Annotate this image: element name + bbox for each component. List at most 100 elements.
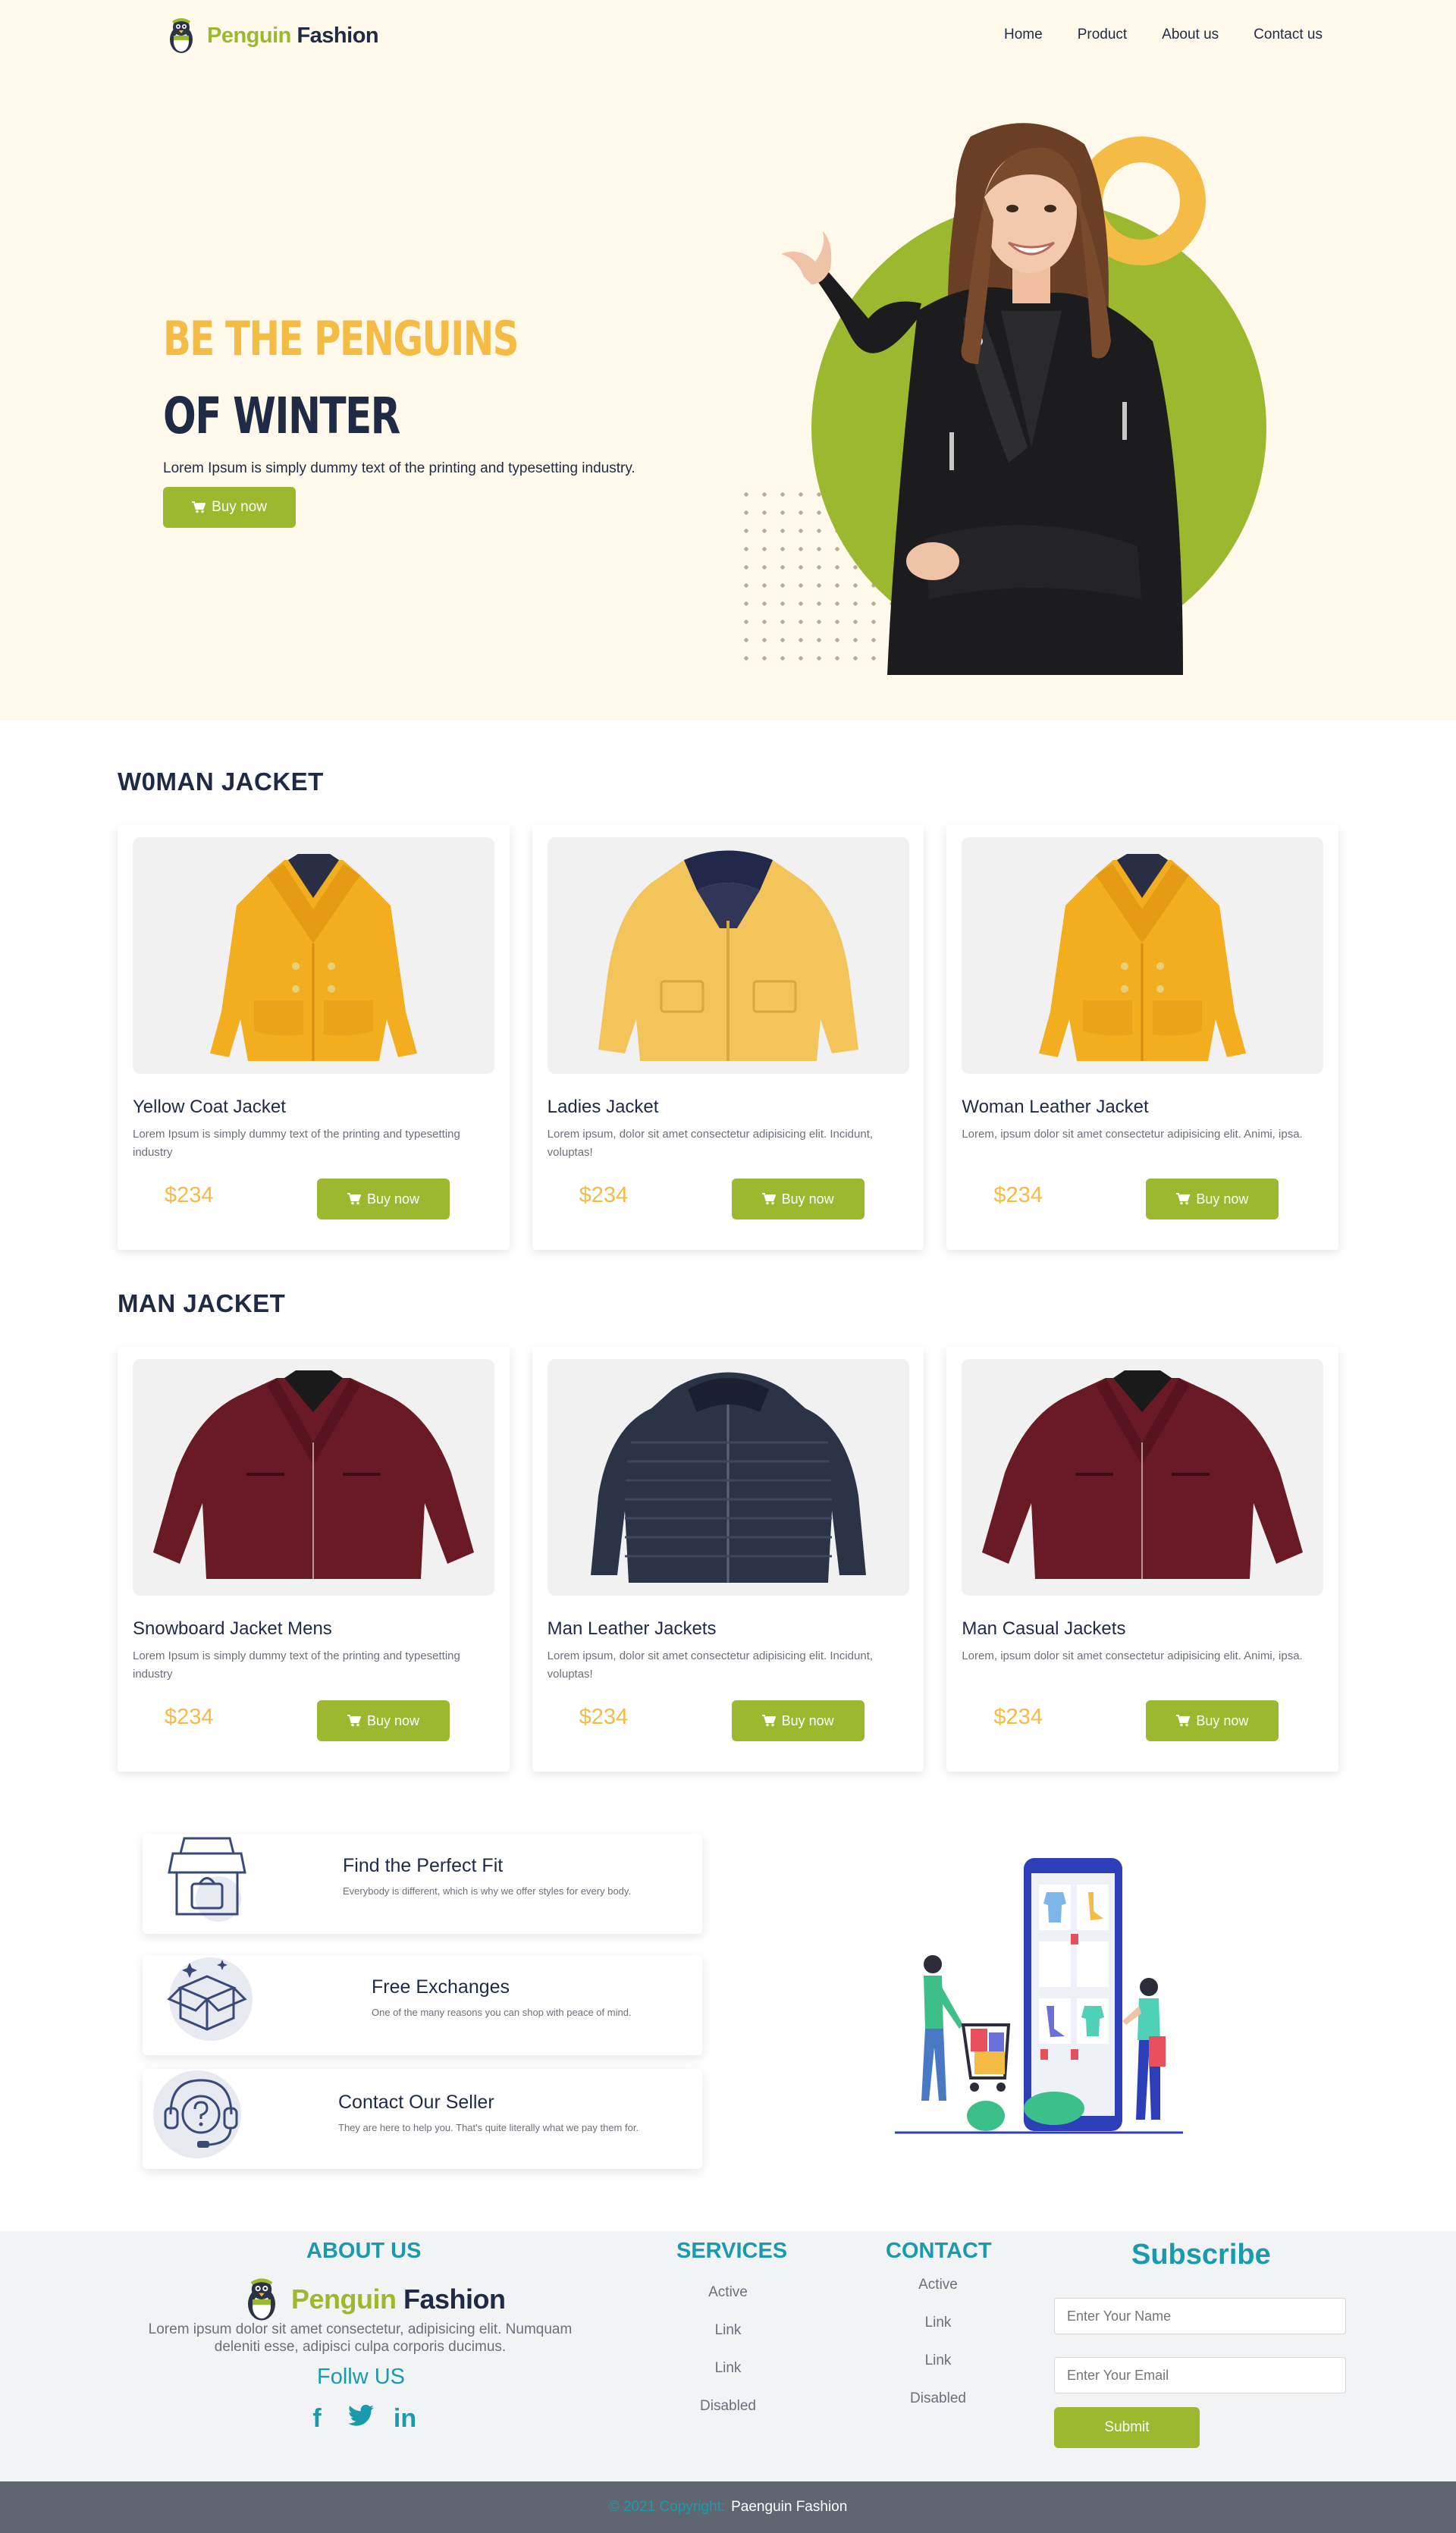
cart-icon xyxy=(761,1193,776,1205)
navy-puffer-jacket-image xyxy=(547,1359,909,1596)
footer-about-text: Lorem ipsum dolor sit amet consectetur, … xyxy=(148,2321,573,2355)
maroon-leather-jacket-image xyxy=(962,1359,1324,1596)
product-description: Lorem ipsum, dolor sit amet consectetur … xyxy=(547,1128,874,1159)
product-price: $234 xyxy=(993,1183,1043,1207)
maroon-leather-jacket-image xyxy=(133,1359,494,1596)
hero-title-line2: OF WINTER xyxy=(163,387,400,445)
product-description: Lorem Ipsum is simply dummy text of the … xyxy=(133,1128,460,1159)
product-name[interactable]: Man Leather Jackets xyxy=(548,1618,717,1640)
twitter-icon[interactable] xyxy=(347,2404,375,2434)
footer-about-title: ABOUT US xyxy=(306,2239,422,2263)
contact-link[interactable]: Active xyxy=(877,2277,999,2293)
feature-card-fit: Find the Perfect Fit Everybody is differ… xyxy=(143,1834,702,1934)
copyright-bar: © 2021 Copyright: Paenguin Fashion xyxy=(0,2481,1456,2533)
buy-button-label: Buy now xyxy=(1196,1712,1249,1728)
buy-button-label: Buy now xyxy=(781,1191,834,1207)
brand-logo[interactable]: Penguin Fashion xyxy=(163,17,379,55)
product-description: Lorem ipsum, dolor sit amet consectetur … xyxy=(547,1649,874,1681)
hero-title-line1: BE THE PENGUINS xyxy=(163,311,519,366)
product-description: Lorem, ipsum dolor sit amet consectetur … xyxy=(962,1128,1303,1141)
footer-services-title: SERVICES xyxy=(676,2239,788,2263)
buy-button[interactable]: Buy now xyxy=(317,1179,450,1219)
subscribe-email-input[interactable] xyxy=(1054,2357,1346,2393)
copyright-prefix: © 2021 Copyright: xyxy=(608,2499,726,2515)
buy-button[interactable]: Buy now xyxy=(731,1179,864,1219)
man-product-list: Snowboard Jacket Mens Lorem Ipsum is sim… xyxy=(118,1347,1339,1772)
cart-icon xyxy=(192,501,206,513)
product-card: Ladies Jacket Lorem ipsum, dolor sit ame… xyxy=(532,825,924,1250)
services-link[interactable]: Disabled xyxy=(667,2398,789,2415)
product-price: $234 xyxy=(579,1705,629,1729)
yellow-coat-image xyxy=(133,837,494,1074)
feature-card-exchanges: Free Exchanges One of the many reasons y… xyxy=(143,1955,702,2055)
buy-button[interactable]: Buy now xyxy=(317,1700,450,1741)
buy-button[interactable]: Buy now xyxy=(1146,1700,1279,1741)
hero-illustration xyxy=(728,114,1304,683)
online-shopping-illustration xyxy=(895,1858,1183,2134)
penguin-logo-icon xyxy=(248,2278,275,2321)
brand-name-part1: Penguin xyxy=(207,23,291,48)
woman-product-list: Yellow Coat Jacket Lorem Ipsum is simply… xyxy=(118,825,1339,1250)
storefront-bag-icon xyxy=(168,1837,246,1922)
hero-buy-button[interactable]: Buy now xyxy=(163,487,296,528)
nav-product[interactable]: Product xyxy=(1078,27,1127,43)
footer-brand-part2: Fashion xyxy=(403,2283,506,2315)
hero-buy-label: Buy now xyxy=(212,499,267,515)
buy-button[interactable]: Buy now xyxy=(1146,1179,1279,1219)
product-name[interactable]: Ladies Jacket xyxy=(548,1097,659,1118)
product-price: $234 xyxy=(993,1705,1043,1729)
cart-icon xyxy=(347,1715,361,1727)
product-price: $234 xyxy=(165,1705,214,1729)
man-section-title: MAN JACKET xyxy=(118,1289,286,1317)
contact-link[interactable]: Link xyxy=(877,2353,999,2369)
product-name[interactable]: Yellow Coat Jacket xyxy=(133,1097,286,1118)
buy-button-label: Buy now xyxy=(781,1712,834,1728)
product-name[interactable]: Snowboard Jacket Mens xyxy=(133,1618,332,1640)
feature-description: One of the many reasons you can shop wit… xyxy=(372,2007,632,2018)
product-name[interactable]: Woman Leather Jacket xyxy=(962,1097,1148,1118)
feature-title: Free Exchanges xyxy=(372,1976,510,1998)
open-box-icon xyxy=(167,1957,253,2041)
footer-brand-logo[interactable]: Penguin Fashion xyxy=(240,2277,506,2322)
site-footer: ABOUT US Penguin Fashion Lorem ipsum dol… xyxy=(0,2231,1456,2481)
feature-title: Contact Our Seller xyxy=(338,2092,494,2113)
footer-brand-part1: Penguin xyxy=(291,2283,397,2315)
buy-button-label: Buy now xyxy=(366,1712,420,1728)
copyright-brand[interactable]: Paenguin Fashion xyxy=(731,2499,847,2516)
footer-contact-title: CONTACT xyxy=(886,2239,992,2263)
product-price: $234 xyxy=(165,1183,214,1207)
nav-about[interactable]: About us xyxy=(1162,27,1219,43)
product-description: Lorem Ipsum is simply dummy text of the … xyxy=(133,1649,460,1681)
product-description: Lorem, ipsum dolor sit amet consectetur … xyxy=(962,1649,1303,1662)
contact-link[interactable]: Disabled xyxy=(877,2390,999,2407)
facebook-icon[interactable]: f xyxy=(303,2404,331,2434)
services-link[interactable]: Link xyxy=(667,2322,789,2339)
nav-home[interactable]: Home xyxy=(1004,27,1043,43)
product-price: $234 xyxy=(579,1183,629,1207)
headset-support-icon xyxy=(153,2070,241,2158)
subscribe-submit-button[interactable]: Submit xyxy=(1054,2407,1200,2448)
yellow-coat-image xyxy=(962,837,1324,1074)
product-card: Yellow Coat Jacket Lorem Ipsum is simply… xyxy=(118,825,510,1250)
model-woman-image xyxy=(781,123,1183,675)
buy-button[interactable]: Buy now xyxy=(731,1700,864,1741)
contact-link[interactable]: Link xyxy=(877,2315,999,2331)
services-link[interactable]: Link xyxy=(667,2360,789,2377)
feature-description: They are here to help you. That's quite … xyxy=(338,2122,639,2133)
buy-button-label: Buy now xyxy=(1196,1191,1249,1207)
services-link[interactable]: Active xyxy=(667,2284,789,2301)
subscribe-name-input[interactable] xyxy=(1054,2298,1346,2334)
brand-name-part2: Fashion xyxy=(297,23,379,48)
cart-icon xyxy=(761,1715,776,1727)
cart-icon xyxy=(1176,1715,1191,1727)
main-nav: Home Product About us Contact us xyxy=(1004,27,1323,43)
feature-card-contact: Contact Our Seller They are here to help… xyxy=(143,2069,702,2169)
product-name[interactable]: Man Casual Jackets xyxy=(962,1618,1125,1640)
linkedin-icon[interactable]: in xyxy=(391,2404,419,2434)
cart-icon xyxy=(1176,1193,1191,1205)
yellow-rain-jacket-image xyxy=(547,837,909,1074)
penguin-logo-icon xyxy=(170,18,193,53)
woman-section-title: W0MAN JACKET xyxy=(118,767,324,796)
nav-contact[interactable]: Contact us xyxy=(1254,27,1323,43)
product-card: Snowboard Jacket Mens Lorem Ipsum is sim… xyxy=(118,1347,510,1772)
